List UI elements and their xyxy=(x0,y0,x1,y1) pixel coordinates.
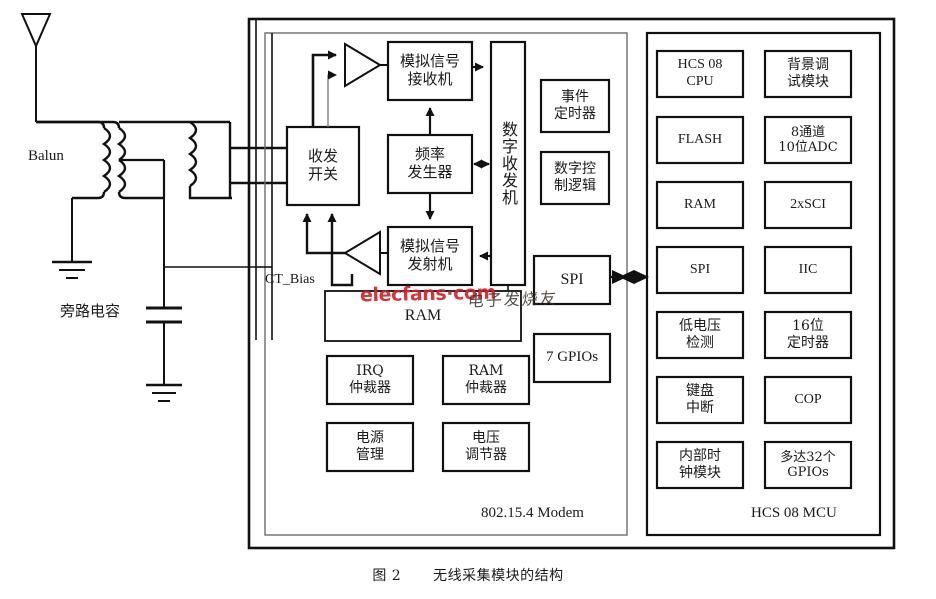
mcu-block-1-1[interactable] xyxy=(763,115,853,165)
bypass-capacitor-symbol xyxy=(146,300,182,402)
block-freq-generator[interactable] xyxy=(386,133,474,195)
lna-amplifier-symbol xyxy=(344,42,382,88)
mcu-block-1-0[interactable] xyxy=(655,115,745,165)
balun-inductor xyxy=(36,120,112,262)
pa-amplifier-symbol xyxy=(343,230,381,276)
figure-caption-title: 无线采集模块的结构 xyxy=(433,568,564,584)
mcu-block-5-0[interactable] xyxy=(655,375,745,425)
figure-caption-number: 图 2 xyxy=(372,568,402,584)
mcu-block-0-0[interactable] xyxy=(655,49,745,99)
block-analog-transmitter[interactable] xyxy=(386,225,474,287)
ct-bias-rails xyxy=(255,19,273,340)
watermark-cjk-text: 电子发烧友 xyxy=(467,288,559,311)
mcu-block-4-0[interactable] xyxy=(655,310,745,360)
figure-caption: 图 2 无线采集模块的结构 xyxy=(0,565,936,585)
mcu-title: HCS 08 MCU xyxy=(751,505,837,521)
ct-bias-label: CT_Bias xyxy=(265,272,315,287)
label-digital-transceiver: 数字收发机 xyxy=(499,121,518,206)
antenna-symbol xyxy=(20,13,52,122)
wire-switch-to-lna xyxy=(311,50,337,127)
modem-title: 802.15.4 Modem xyxy=(481,505,584,521)
block-power-management[interactable] xyxy=(325,421,415,473)
mcu-block-0-1[interactable] xyxy=(763,49,853,99)
block-irq-arbiter[interactable] xyxy=(325,354,415,406)
block-event-timer[interactable] xyxy=(539,78,611,134)
mcu-block-6-1[interactable] xyxy=(763,440,853,490)
block-ram-arbiter[interactable] xyxy=(441,354,531,406)
ground-symbol-balun xyxy=(52,260,92,279)
balun-label: Balun xyxy=(28,148,64,164)
mcu-block-5-1[interactable] xyxy=(763,375,853,425)
block-rx-switch[interactable] xyxy=(285,125,361,207)
bypass-capacitor-label: 旁路电容 xyxy=(60,302,121,320)
mcu-block-6-0[interactable] xyxy=(655,440,745,490)
bus-modem-to-mcu xyxy=(610,270,649,284)
block-voltage-regulator[interactable] xyxy=(441,421,531,473)
block-digital-control-logic[interactable] xyxy=(539,150,611,206)
mcu-block-2-0[interactable] xyxy=(655,180,745,230)
block-7-gpios[interactable] xyxy=(532,332,612,384)
block-diagram: Balun 旁路电容 CT_Bias 收发 开关 模拟信号 接收机 频率 发生器… xyxy=(0,0,936,599)
mcu-block-3-1[interactable] xyxy=(763,245,853,295)
mcu-block-rects xyxy=(655,49,853,490)
mcu-block-2-1[interactable] xyxy=(763,180,853,230)
block-analog-receiver[interactable] xyxy=(386,40,474,102)
mcu-block-4-1[interactable] xyxy=(763,310,853,360)
mcu-block-3-0[interactable] xyxy=(655,245,745,295)
